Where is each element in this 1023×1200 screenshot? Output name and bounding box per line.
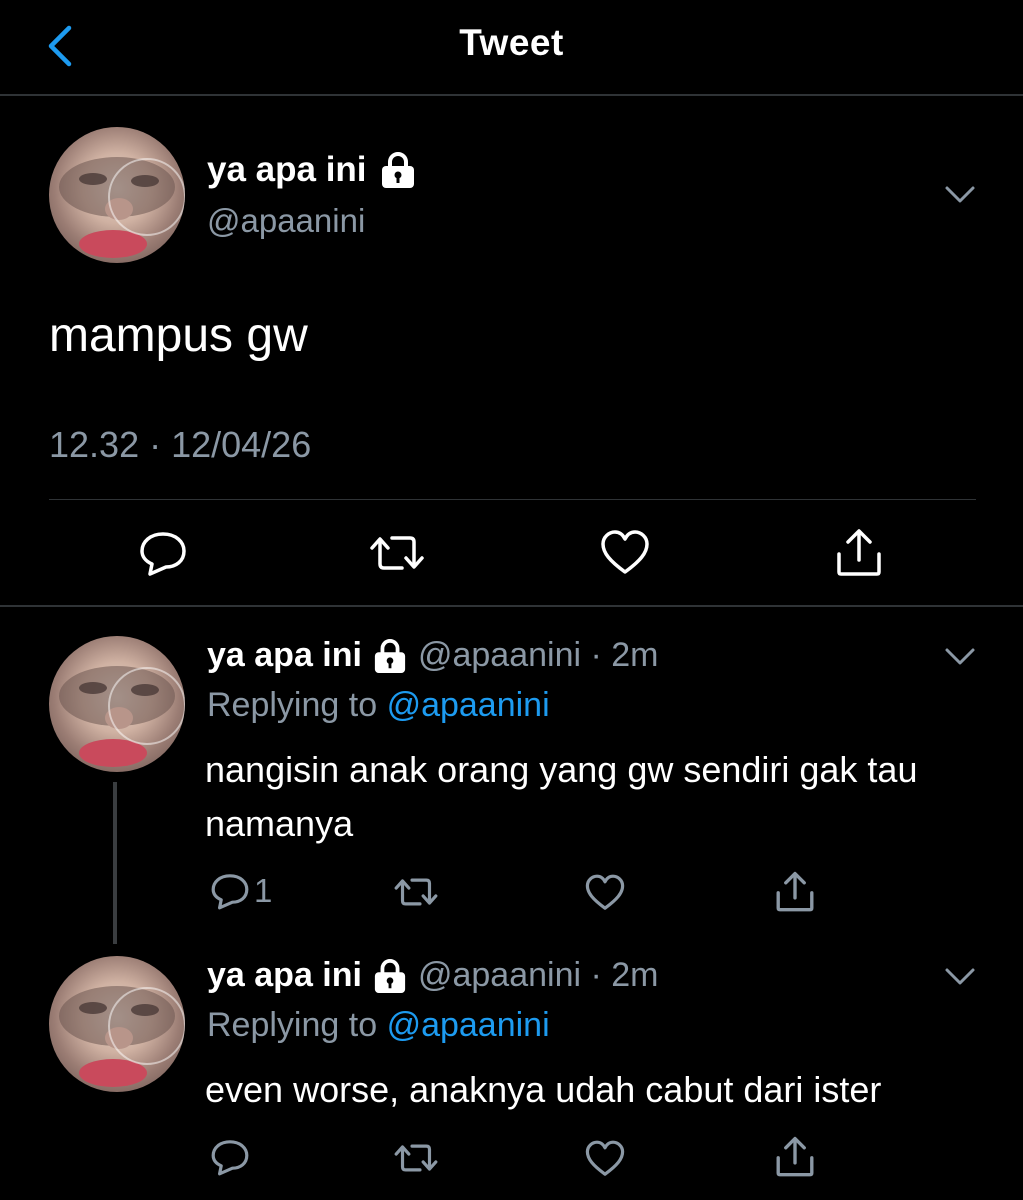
timestamp-divider [49, 499, 976, 500]
reply-avatar[interactable] [49, 636, 185, 772]
reply-text: nangisin anak orang yang gw sendiri gak … [205, 749, 918, 844]
reply-handle-time[interactable]: @apaanini · 2m [418, 636, 659, 675]
chevron-down-icon [945, 648, 975, 665]
share-button[interactable] [834, 528, 884, 578]
author-handle[interactable]: @apaanini [207, 202, 365, 240]
replying-to-label: Replying to [207, 686, 378, 724]
tweet-timestamp[interactable]: 12.32 · 12/04/26 [49, 424, 311, 466]
replying-to-mention[interactable]: @apaanini [387, 1006, 550, 1044]
share-button[interactable] [774, 871, 816, 913]
lock-icon [381, 152, 414, 188]
like-button[interactable] [600, 530, 650, 576]
lock-icon [374, 958, 406, 993]
replying-to-line: Replying to @apaanini [207, 686, 550, 725]
replying-to-line: Replying to @apaanini [207, 1006, 550, 1045]
share-button[interactable] [774, 1136, 816, 1178]
retweet-button[interactable] [368, 532, 426, 574]
reply-header: ya apa ini @apaanini · 2m [207, 636, 659, 675]
author-name-row: ya apa ini [207, 150, 417, 190]
retweet-button[interactable] [393, 875, 439, 909]
header-divider [0, 94, 1023, 96]
reply-handle-time[interactable]: @apaanini · 2m [418, 956, 659, 995]
retweet-icon [370, 536, 424, 570]
reply-count: 1 [254, 872, 273, 909]
retweet-icon [394, 1144, 438, 1172]
reply-button[interactable] [138, 530, 188, 576]
tweet-text: mampus gw [49, 309, 308, 362]
reply-avatar[interactable] [49, 956, 185, 1092]
chevron-down-icon [945, 968, 975, 985]
like-icon [585, 1140, 625, 1176]
avatar-image [59, 666, 185, 767]
author-name[interactable]: ya apa ini [207, 150, 367, 190]
tweet-options-button[interactable] [944, 184, 976, 211]
reply-button[interactable] [210, 1138, 250, 1176]
replying-to-label: Replying to [207, 1006, 378, 1044]
retweet-icon [394, 878, 438, 906]
chevron-down-icon [945, 186, 975, 203]
reply-button[interactable]: 1 [210, 872, 272, 910]
retweet-button[interactable] [393, 1141, 439, 1175]
replying-to-mention[interactable]: @apaanini [387, 686, 550, 724]
lock-icon [374, 638, 406, 673]
main-tweet-divider [0, 605, 1023, 607]
like-button[interactable] [585, 874, 625, 912]
reply-icon [140, 532, 186, 576]
avatar-image [59, 157, 185, 258]
reply-author-name[interactable]: ya apa ini [207, 956, 362, 995]
like-button[interactable] [585, 1140, 625, 1178]
reply-text: even worse, anaknya udah cabut dari iste… [205, 1069, 882, 1110]
reply-options-button[interactable] [944, 966, 976, 993]
avatar-image [59, 986, 185, 1087]
reply-author-name[interactable]: ya apa ini [207, 636, 362, 675]
thread-connector [113, 782, 117, 944]
reply-icon [211, 874, 249, 910]
reply-header: ya apa ini @apaanini · 2m [207, 956, 659, 995]
like-icon [601, 530, 649, 574]
top-bar: Tweet [0, 0, 1023, 95]
share-icon [776, 1136, 814, 1177]
like-icon [585, 874, 625, 910]
page-title: Tweet [459, 22, 564, 63]
share-icon [837, 529, 881, 576]
reply-options-button[interactable] [944, 646, 976, 673]
share-icon [776, 871, 814, 912]
reply-icon [211, 1140, 249, 1176]
avatar[interactable] [49, 127, 185, 263]
